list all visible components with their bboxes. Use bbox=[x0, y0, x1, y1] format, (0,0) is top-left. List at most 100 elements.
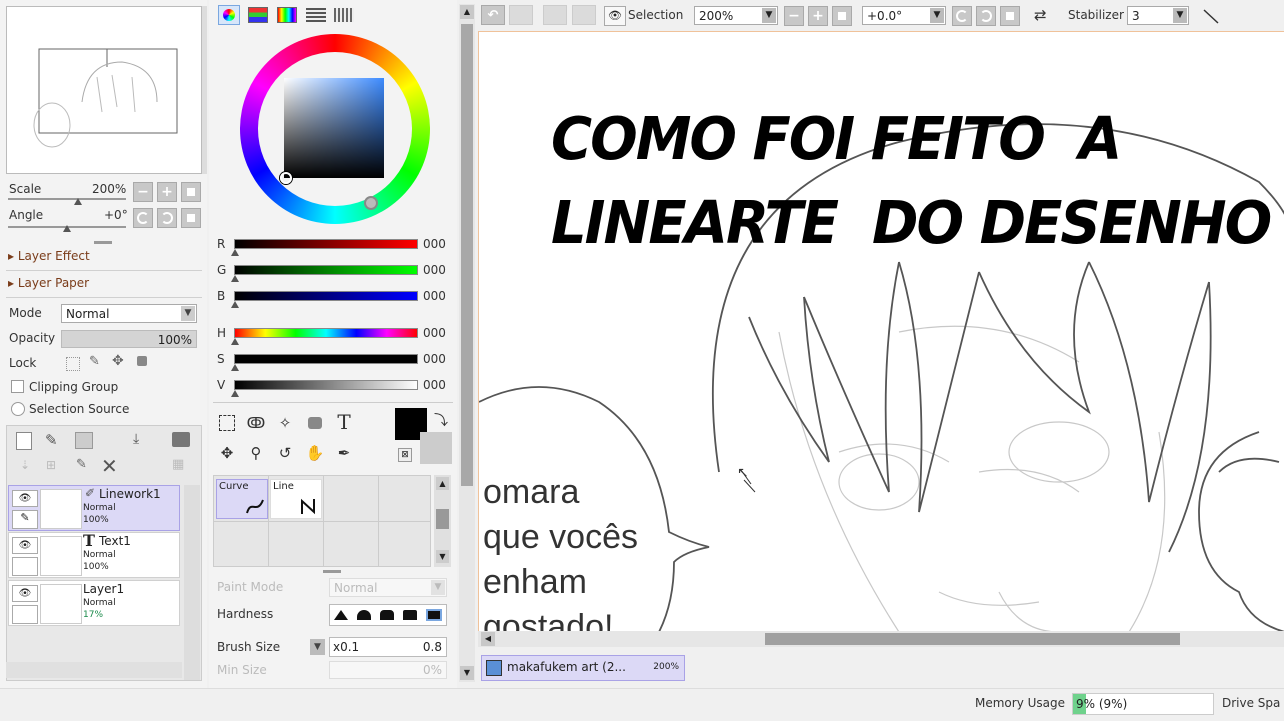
tool-panel-scrollbar[interactable]: ▲ ▼ bbox=[459, 4, 475, 682]
toolbar-rotate-left-button[interactable] bbox=[952, 6, 972, 26]
zoom-tool-icon[interactable]: ⚲ bbox=[245, 442, 267, 464]
toolbar-zoom-out-button[interactable]: − bbox=[784, 6, 804, 26]
rect-select-tool-icon[interactable] bbox=[216, 412, 238, 434]
color-slider-v[interactable] bbox=[234, 380, 418, 390]
selection-source-checkbox[interactable] bbox=[11, 402, 25, 416]
redo-button[interactable] bbox=[509, 5, 533, 25]
hardness-hard-icon[interactable] bbox=[402, 610, 417, 620]
scroll-thumb[interactable] bbox=[436, 509, 449, 529]
hardness-full-icon[interactable] bbox=[425, 609, 442, 621]
scroll-down-icon[interactable]: ▼ bbox=[436, 550, 449, 563]
selection-visibility-icon[interactable]: 👁 bbox=[604, 6, 626, 26]
color-slider-handle[interactable] bbox=[231, 390, 239, 397]
hardness-medium-icon[interactable] bbox=[357, 610, 372, 620]
layer-row-linework1[interactable]: 👁 ✎ ✐ Linework1 Normal 100% bbox=[8, 485, 180, 531]
layer-list-scrollbar[interactable] bbox=[184, 485, 200, 680]
color-slider-g[interactable] bbox=[234, 265, 418, 275]
brush-scrollbar[interactable]: ▲ ▼ bbox=[434, 475, 451, 567]
scroll-left-icon[interactable]: ◀ bbox=[481, 632, 495, 646]
color-wheel-tab-icon[interactable] bbox=[218, 5, 240, 25]
color-slider-handle[interactable] bbox=[231, 249, 239, 256]
flatten-icon[interactable]: ▦ bbox=[172, 457, 184, 472]
transfer-down-icon[interactable]: ⤓ bbox=[133, 431, 139, 447]
brush-slot-curve[interactable]: Curve bbox=[216, 479, 268, 519]
invert-selection-button[interactable] bbox=[572, 5, 596, 25]
eyedropper-tool-icon[interactable]: ✒ bbox=[333, 442, 355, 464]
layer-row-text1[interactable]: 👁 T Text1 Normal 100% bbox=[8, 531, 180, 578]
hardness-selector[interactable] bbox=[329, 604, 447, 626]
lasso-tool-icon[interactable]: ↂ bbox=[245, 412, 267, 434]
layer-effect-toggle[interactable]: ▸ Layer Effect bbox=[8, 249, 90, 263]
hand-tool-icon[interactable]: ✋ bbox=[304, 442, 326, 464]
rgb-sliders-tab-icon[interactable] bbox=[248, 7, 268, 23]
lock-transparency-icon[interactable] bbox=[66, 357, 80, 371]
hardness-soft-icon[interactable] bbox=[334, 610, 349, 620]
toolbar-zoom-in-button[interactable]: + bbox=[808, 6, 828, 26]
mode-select[interactable]: Normal ▼ bbox=[61, 304, 197, 323]
zoom-out-button[interactable]: − bbox=[133, 182, 153, 202]
toolbar-rotate-right-button[interactable] bbox=[976, 6, 996, 26]
scroll-thumb[interactable] bbox=[461, 24, 473, 486]
lock-move-icon[interactable]: ✥ bbox=[112, 353, 124, 369]
toolbar-rotate-reset-button[interactable] bbox=[1000, 6, 1020, 26]
scratchpad-tab-icon[interactable] bbox=[334, 8, 354, 22]
brush-size-slider[interactable]: x0.1 0.8 bbox=[329, 637, 447, 657]
eye-icon[interactable]: 👁 bbox=[12, 490, 38, 507]
color-slider-b[interactable] bbox=[234, 291, 418, 301]
color-slider-s[interactable] bbox=[234, 354, 418, 364]
rotate-right-button[interactable] bbox=[157, 208, 177, 228]
panel-splitter[interactable] bbox=[94, 241, 112, 244]
select-pen-tool-icon[interactable] bbox=[304, 412, 326, 434]
sv-picker-handle[interactable] bbox=[280, 172, 292, 184]
scroll-up-icon[interactable]: ▲ bbox=[460, 5, 474, 19]
scroll-thumb[interactable] bbox=[765, 633, 1180, 645]
hardness-firm-icon[interactable] bbox=[379, 610, 394, 620]
zoom-reset-button[interactable] bbox=[181, 182, 201, 202]
new-layer-folder-icon[interactable] bbox=[75, 432, 93, 449]
layer-list-hscroll[interactable] bbox=[6, 662, 182, 678]
merge-visible-icon[interactable]: ⊞ bbox=[46, 458, 56, 472]
merge-down-icon[interactable]: ⇣ bbox=[20, 458, 30, 472]
magic-wand-tool-icon[interactable]: ✧ bbox=[274, 412, 296, 434]
min-size-slider[interactable]: 0% bbox=[329, 661, 447, 679]
canvas-area[interactable]: COMO FOI FEITO A LINEARTE DO DESENHO oma… bbox=[478, 31, 1284, 631]
hsv-sliders-tab-icon[interactable] bbox=[277, 7, 297, 23]
color-slider-h[interactable] bbox=[234, 328, 418, 338]
eye-icon[interactable]: 👁 bbox=[12, 585, 38, 602]
text-tool-icon[interactable]: T bbox=[333, 410, 355, 434]
opacity-slider[interactable]: 100% bbox=[61, 330, 197, 348]
lock-all-icon[interactable] bbox=[137, 356, 147, 366]
toolbar-zoom-reset-button[interactable] bbox=[832, 6, 852, 26]
rotate-tool-icon[interactable]: ↺ bbox=[274, 442, 296, 464]
rotate-reset-button[interactable] bbox=[181, 208, 201, 228]
eye-icon[interactable]: 👁 bbox=[12, 537, 38, 554]
layer-row-layer1[interactable]: 👁 Layer1 Normal 17% bbox=[8, 580, 180, 626]
flip-horizontal-icon[interactable]: ⇄ bbox=[1034, 6, 1047, 24]
color-wheel[interactable] bbox=[240, 34, 430, 224]
layer-check-empty[interactable] bbox=[12, 557, 38, 576]
color-slider-handle[interactable] bbox=[231, 364, 239, 371]
panel-splitter[interactable] bbox=[323, 570, 341, 573]
color-slider-handle[interactable] bbox=[231, 338, 239, 345]
swap-colors-icon[interactable]: ⤵ bbox=[434, 410, 448, 430]
secondary-color-swatch[interactable] bbox=[420, 432, 452, 464]
angle-slider-handle[interactable] bbox=[63, 225, 71, 232]
color-swatches-tab-icon[interactable] bbox=[306, 8, 326, 22]
rotation-select[interactable]: +0.0° ▼ bbox=[862, 6, 946, 25]
canvas-hscrollbar[interactable]: ◀ bbox=[478, 631, 1284, 647]
clipping-group-checkbox[interactable] bbox=[11, 380, 24, 393]
brush-slot-line[interactable]: Line bbox=[270, 479, 322, 519]
saturation-value-square[interactable] bbox=[284, 78, 384, 178]
color-slider-r[interactable] bbox=[234, 239, 418, 249]
layer-paper-toggle[interactable]: ▸ Layer Paper bbox=[8, 276, 89, 290]
clear-layer-icon[interactable]: ✎ bbox=[76, 457, 87, 472]
move-tool-icon[interactable]: ✥ bbox=[216, 442, 238, 464]
transparent-color-icon[interactable]: ⊠ bbox=[398, 448, 412, 462]
brush-size-dropdown-icon[interactable]: ▼ bbox=[310, 639, 325, 655]
color-slider-handle[interactable] bbox=[231, 301, 239, 308]
paint-mode-select[interactable]: Normal ▼ bbox=[329, 578, 447, 597]
deselect-button[interactable] bbox=[543, 5, 567, 25]
new-linework-layer-icon[interactable]: ✎ bbox=[45, 431, 58, 449]
scale-slider[interactable] bbox=[8, 198, 126, 200]
navigator-preview[interactable] bbox=[6, 6, 202, 174]
